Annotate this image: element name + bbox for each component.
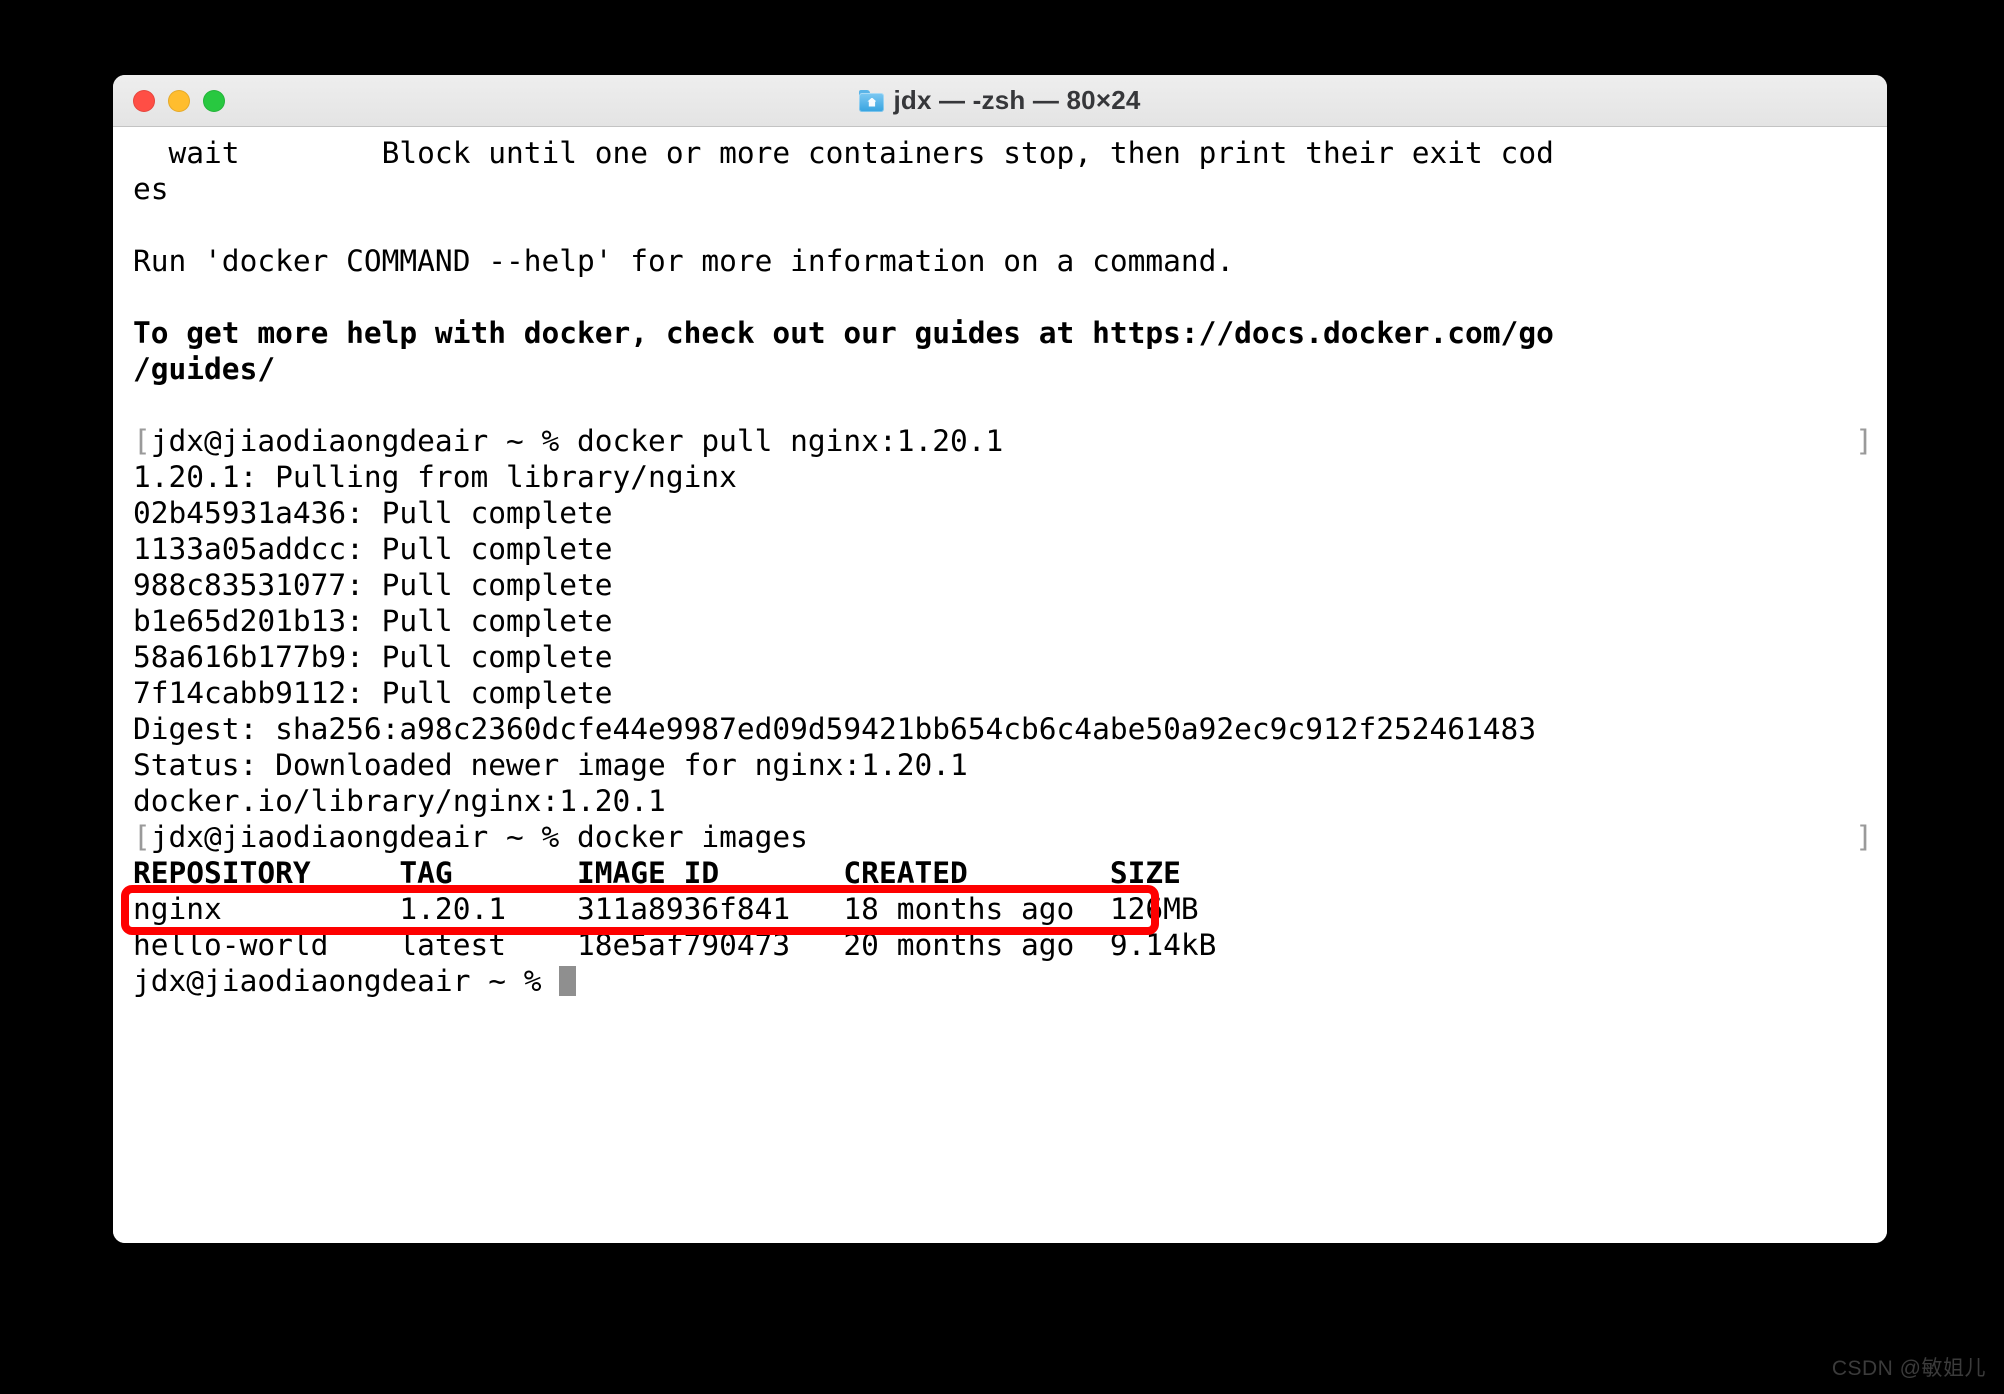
close-button[interactable] [133,89,155,112]
terminal-window[interactable]: jdx — -zsh — 80×24 wait Block until one … [113,75,1887,1243]
terminal-output-line: b1e65d201b13: Pull complete [133,603,1887,639]
terminal-line-text: 1.20.1: Pulling from library/nginx [133,460,737,494]
terminal-line-text: 7f14cabb9112: Pull complete [133,676,613,710]
terminal-line-text: To get more help with docker, check out … [133,316,1554,350]
prompt-edge-marker-left: [ [133,820,151,854]
terminal-output-line: /guides/ [133,351,1887,387]
terminal-line-text: 988c83531077: Pull complete [133,568,613,602]
terminal-output-line: Run 'docker COMMAND --help' for more inf… [133,243,1887,279]
terminal-output-line: hello-world latest 18e5af790473 20 month… [133,927,1887,963]
zoom-button[interactable] [203,89,225,112]
terminal-line-text: 1133a05addcc: Pull complete [133,532,613,566]
shell-prompt: jdx@jiaodiaongdeair ~ % [133,964,560,998]
terminal-output-line: REPOSITORY TAG IMAGE ID CREATED SIZE [133,855,1887,891]
terminal-line-text: hello-world latest 18e5af790473 20 month… [133,928,1217,962]
terminal-prompt-line: [jdx@jiaodiaongdeair ~ % docker pull ngi… [133,423,1887,459]
terminal-output-area[interactable]: wait Block until one or more containers … [113,127,1887,1243]
terminal-line-text: 58a616b177b9: Pull complete [133,640,613,674]
window-title-bar[interactable]: jdx — -zsh — 80×24 [113,75,1887,127]
terminal-output-line: 988c83531077: Pull complete [133,567,1887,603]
home-folder-icon [859,89,885,112]
terminal-line-text: jdx@jiaodiaongdeair ~ % docker images [150,820,808,854]
terminal-output-line: 1.20.1: Pulling from library/nginx [133,459,1887,495]
terminal-line-text: docker.io/library/nginx:1.20.1 [133,784,666,818]
active-prompt-line[interactable]: jdx@jiaodiaongdeair ~ % [133,963,1887,999]
terminal-output-line: To get more help with docker, check out … [133,315,1887,351]
terminal-output-line: Digest: sha256:a98c2360dcfe44e9987ed09d5… [133,711,1887,747]
terminal-line-text: nginx 1.20.1 311a8936f841 18 months ago … [133,892,1199,926]
terminal-output-line: Status: Downloaded newer image for nginx… [133,747,1887,783]
window-title-group: jdx — -zsh — 80×24 [113,75,1887,126]
terminal-line-text: wait Block until one or more containers … [133,136,1554,170]
terminal-line-text: REPOSITORY TAG IMAGE ID CREATED SIZE [133,856,1181,890]
terminal-line-text: Status: Downloaded newer image for nginx… [133,748,968,782]
terminal-output-line: 02b45931a436: Pull complete [133,495,1887,531]
terminal-line-list: wait Block until one or more containers … [113,135,1887,999]
terminal-output-line: 1133a05addcc: Pull complete [133,531,1887,567]
terminal-prompt-line: [jdx@jiaodiaongdeair ~ % docker images] [133,819,1887,855]
terminal-line-text: es [133,172,169,206]
prompt-edge-marker-right: ] [1855,820,1873,854]
minimize-button[interactable] [168,89,190,112]
terminal-output-line: wait Block until one or more containers … [133,135,1887,171]
block-cursor [559,966,577,996]
traffic-lights-group [133,89,225,112]
terminal-line-text: /guides/ [133,352,276,386]
terminal-output-line: docker.io/library/nginx:1.20.1 [133,783,1887,819]
terminal-line-text: b1e65d201b13: Pull complete [133,604,613,638]
prompt-edge-marker-right: ] [1855,424,1873,458]
watermark-text: CSDN @敏姐儿 [1831,1357,1986,1380]
terminal-output-line: 7f14cabb9112: Pull complete [133,675,1887,711]
terminal-output-line: es [133,171,1887,207]
terminal-line-text: jdx@jiaodiaongdeair ~ % docker pull ngin… [150,424,1004,458]
terminal-output-line: nginx 1.20.1 311a8936f841 18 months ago … [133,891,1887,927]
terminal-line-text: 02b45931a436: Pull complete [133,496,613,530]
window-title: jdx — -zsh — 80×24 [893,85,1141,115]
prompt-edge-marker-left: [ [133,424,151,458]
terminal-line-text: Digest: sha256:a98c2360dcfe44e9987ed09d5… [133,712,1537,746]
terminal-output-line: 58a616b177b9: Pull complete [133,639,1887,675]
terminal-line-text: Run 'docker COMMAND --help' for more inf… [133,244,1235,278]
